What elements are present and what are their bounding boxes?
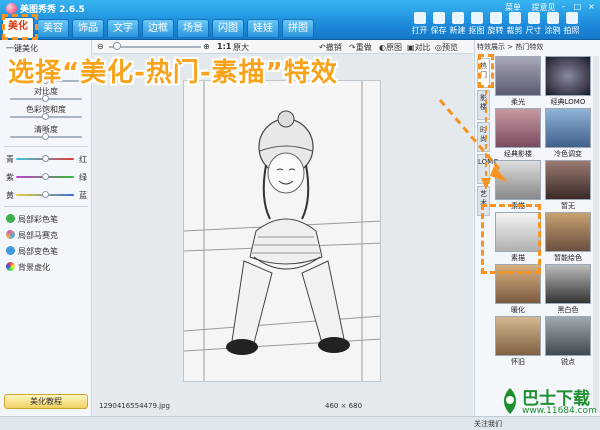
- cyan-label: 青: [6, 155, 14, 164]
- preview-button[interactable]: ◎预览: [435, 42, 458, 53]
- canvas-area: ⊖ ⊕ 1:1 原大 ↶撤销 ↷重做 ◐原图 ▣对比 ◎预览 129041655…: [93, 40, 473, 416]
- sharpness-knob[interactable]: [42, 133, 49, 140]
- highlight-hot-category: [478, 54, 494, 88]
- zoom-knob[interactable]: [113, 42, 121, 50]
- minimize-icon[interactable]: –: [558, 2, 569, 12]
- tab-accessories[interactable]: 饰品: [72, 19, 104, 37]
- effect-soft-light[interactable]: 柔光: [495, 56, 541, 108]
- background-blur-button[interactable]: 背景虚化: [6, 262, 50, 273]
- title-bar: 美图秀秀 2.6.5 菜单 提意见 – □ × 美化 美容 饰品 文字 边框 场…: [0, 0, 600, 40]
- brush-icon: [546, 12, 559, 24]
- photo-canvas[interactable]: [183, 80, 381, 382]
- cutout-icon: [470, 12, 483, 24]
- category-studio[interactable]: 影楼: [477, 90, 490, 120]
- yellow-label: 黄: [6, 191, 14, 200]
- effect-classic-studio[interactable]: 经典影楼: [495, 108, 541, 160]
- watermark-url: www.11684.com: [522, 406, 597, 416]
- blue-label: 蓝: [79, 191, 87, 200]
- tab-flash[interactable]: 闪图: [212, 19, 244, 37]
- save-icon: [432, 12, 445, 24]
- effect-vintage[interactable]: 怀旧: [495, 316, 541, 368]
- original-button[interactable]: ◐原图: [379, 42, 402, 53]
- green-label: 绿: [79, 173, 87, 182]
- zoom-in-icon[interactable]: ⊕: [203, 42, 210, 51]
- save-button[interactable]: 保存: [429, 12, 448, 36]
- tab-collage[interactable]: 拼图: [282, 19, 314, 37]
- maximize-icon[interactable]: □: [572, 2, 583, 12]
- cutout-button[interactable]: 抠图: [467, 12, 486, 36]
- local-mosaic-button[interactable]: 局部马赛克: [6, 230, 58, 241]
- folder-icon: [413, 12, 426, 24]
- effects-scrollbar[interactable]: [593, 56, 599, 412]
- file-name: 1290416554479.jpg: [99, 402, 170, 410]
- redo-button[interactable]: ↷重做: [349, 42, 372, 53]
- zoom-ratio: 1:1: [217, 42, 232, 51]
- highlight-sketch-effect: [481, 204, 541, 274]
- cyan-red-knob[interactable]: [42, 155, 49, 162]
- contrast-knob[interactable]: [42, 95, 49, 102]
- file-toolbar: 打开 保存 新建 抠图 旋转 裁剪 尺寸 涂鸦 拍照: [410, 12, 581, 36]
- weibo-follow-link[interactable]: 关注我们: [474, 419, 502, 429]
- new-icon: [451, 12, 464, 24]
- app-logo-icon: [6, 3, 17, 14]
- rotate-button[interactable]: 旋转: [486, 12, 505, 36]
- sketch-photo: [184, 81, 380, 381]
- adjust-panel: 一键美化 亮度 对比度 色彩饱和度 清晰度 青 红 紫 绿 黄 蓝 局部彩色笔 …: [0, 40, 92, 416]
- camera-button[interactable]: 拍照: [562, 12, 581, 36]
- magenta-label: 紫: [6, 173, 14, 182]
- compare-button[interactable]: ▣对比: [407, 42, 431, 53]
- new-button[interactable]: 新建: [448, 12, 467, 36]
- recolor-icon: [6, 246, 15, 255]
- camera-icon: [565, 12, 578, 24]
- tutorial-button[interactable]: 美化教程: [4, 394, 88, 409]
- divider: [4, 206, 88, 207]
- zoom-out-icon[interactable]: ⊖: [97, 42, 104, 51]
- menu-link[interactable]: 菜单: [505, 3, 521, 12]
- saturation-knob[interactable]: [42, 113, 49, 120]
- effect-none[interactable]: 暂无: [545, 160, 591, 212]
- image-size: 460 × 680: [325, 402, 363, 410]
- close-icon[interactable]: ×: [586, 2, 597, 12]
- crop-button[interactable]: 裁剪: [505, 12, 524, 36]
- divider: [4, 146, 88, 147]
- watermark: 巴士下载 www.11684.com: [500, 384, 597, 424]
- effect-sharpen[interactable]: 锐点: [545, 316, 591, 368]
- category-fashion[interactable]: 时尚: [477, 122, 490, 152]
- watermark-logo-icon: [504, 388, 516, 414]
- magenta-green-knob[interactable]: [42, 173, 49, 180]
- main-tabs: 美化 美容 饰品 文字 边框 场景 闪图 娃娃 拼图: [2, 16, 317, 38]
- rotate-icon: [489, 12, 502, 24]
- effect-cool-tone[interactable]: 冷色调变: [545, 108, 591, 160]
- local-recolor-button[interactable]: 局部变色笔: [6, 246, 58, 257]
- red-label: 红: [79, 155, 87, 164]
- tab-text[interactable]: 文字: [107, 19, 139, 37]
- tab-scene[interactable]: 场景: [177, 19, 209, 37]
- zoom-slider[interactable]: [109, 46, 201, 48]
- effect-classic-lomo[interactable]: 经典LOMO: [545, 56, 591, 108]
- resize-button[interactable]: 尺寸: [524, 12, 543, 36]
- color-pen-icon: [6, 214, 15, 223]
- blur-icon: [6, 262, 15, 271]
- open-button[interactable]: 打开: [410, 12, 429, 36]
- effect-black-white[interactable]: 黑白色: [545, 264, 591, 316]
- instruction-title: 选择“美化-热门-素描”特效: [8, 58, 338, 88]
- effects-breadcrumb: 特效展示 > 热门特效: [477, 43, 544, 51]
- tab-beauty[interactable]: 美容: [37, 19, 69, 37]
- crop-icon: [508, 12, 521, 24]
- effect-painting[interactable]: 暂能绘色: [545, 212, 591, 264]
- category-lomo[interactable]: LOMO: [477, 154, 499, 184]
- resize-icon: [527, 12, 540, 24]
- tab-doll[interactable]: 娃娃: [247, 19, 279, 37]
- mosaic-icon: [6, 230, 15, 239]
- highlight-beautify-tab: [2, 14, 38, 40]
- doodle-button[interactable]: 涂鸦: [543, 12, 562, 36]
- local-color-pen-button[interactable]: 局部彩色笔: [6, 214, 58, 225]
- yellow-blue-knob[interactable]: [42, 191, 49, 198]
- tab-border[interactable]: 边框: [142, 19, 174, 37]
- feedback-link[interactable]: 提意见: [532, 3, 556, 12]
